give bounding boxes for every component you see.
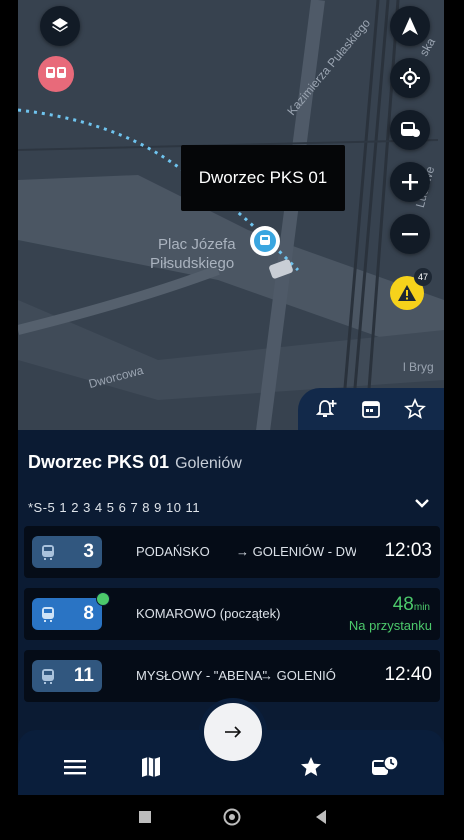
- departure-time: 12:03: [384, 540, 432, 561]
- departure-row[interactable]: 11 MYSŁOWY - "ABENA" → GOLENIÓ 12:40: [24, 650, 440, 702]
- departure-row[interactable]: 8 KOMAROWO (początek) 48min Na przystank…: [24, 588, 440, 640]
- tram-icon: [260, 235, 270, 245]
- departure-destination: → GOLENIÓ: [260, 668, 336, 683]
- nav-menu[interactable]: [58, 750, 92, 784]
- departure-origin: PODAŃSKO: [136, 544, 210, 559]
- map-icon: [142, 757, 160, 777]
- warning-icon: [398, 285, 416, 301]
- layers-button[interactable]: [40, 6, 80, 46]
- circle-icon: [223, 808, 241, 826]
- nav-map[interactable]: [134, 750, 168, 784]
- stop-action-bar: [298, 388, 444, 434]
- app-screen: Kazimierza Pułaskiego Dworcowa l Bryg Lu…: [18, 0, 444, 840]
- street-label-bryg: l Bryg: [403, 360, 434, 374]
- bus-filter-button[interactable]: [390, 110, 430, 150]
- square-icon: [139, 811, 151, 823]
- line-number: 8: [83, 603, 94, 624]
- home-button[interactable]: [222, 807, 242, 827]
- zoom-out-button[interactable]: [390, 214, 430, 254]
- stop-name: Dworzec PKS 01: [28, 452, 170, 472]
- north-arrow-button[interactable]: [390, 6, 430, 46]
- arrow-right-icon: [225, 726, 242, 738]
- bus-icon: [46, 67, 66, 78]
- departure-origin: MYSŁOWY - "ABENA": [136, 668, 268, 683]
- line-badge: 8: [32, 598, 102, 630]
- departure-status: Na przystanku: [348, 618, 432, 633]
- stop-lines-list[interactable]: *S-5 1 2 3 4 5 6 7 8 9 10 11: [28, 500, 200, 515]
- line-number: 11: [73, 665, 94, 686]
- line-badge: 11: [32, 660, 102, 692]
- vehicle-marker[interactable]: [38, 56, 74, 92]
- departure-origin: KOMAROWO (początek): [136, 606, 281, 621]
- map-view[interactable]: Kazimierza Pułaskiego Dworcowa l Bryg Lu…: [18, 0, 444, 470]
- alert-count-badge: 47: [414, 268, 432, 286]
- star-icon: [301, 757, 321, 776]
- line-badge: 3: [32, 536, 102, 568]
- zoom-in-button[interactable]: [390, 162, 430, 202]
- departure-minutes: 48min: [392, 594, 430, 615]
- back-button[interactable]: [314, 809, 328, 825]
- north-arrow-icon: [402, 17, 418, 35]
- stop-marker[interactable]: [250, 226, 280, 256]
- chevron-down-icon: [415, 499, 429, 508]
- nav-departures[interactable]: [368, 750, 402, 784]
- calendar-icon: [362, 400, 380, 418]
- locate-button[interactable]: [390, 58, 430, 98]
- bell-plus-icon: [315, 399, 337, 417]
- recents-button[interactable]: [138, 810, 152, 824]
- stop-city: Goleniów: [175, 455, 242, 472]
- add-alert-button[interactable]: [315, 398, 338, 425]
- back-triangle-icon: [316, 810, 326, 824]
- star-outline-icon: [404, 397, 427, 419]
- favorite-stop-button[interactable]: [404, 397, 427, 425]
- departure-time: 12:40: [384, 664, 432, 685]
- layers-icon: [52, 18, 68, 32]
- zoom-in-icon: [402, 174, 418, 190]
- line-number: 3: [83, 541, 94, 562]
- departure-destination: → GOLENIÓW - DW: [236, 544, 356, 559]
- realtime-indicator-icon: [96, 592, 110, 606]
- stop-header: Dworzec PKS 01 Goleniów: [28, 452, 242, 473]
- menu-icon: [64, 760, 86, 775]
- bus-filter-icon: [401, 122, 420, 137]
- navigate-fab[interactable]: [204, 703, 262, 761]
- locate-icon: [400, 68, 420, 88]
- expand-lines-button[interactable]: [414, 496, 430, 514]
- timetable-button[interactable]: [361, 399, 381, 424]
- place-label-line1: Plac Józefa: [158, 236, 236, 253]
- zoom-out-icon: [402, 233, 418, 236]
- departure-row[interactable]: 3 PODAŃSKO → GOLENIÓW - DW 12:03: [24, 526, 440, 578]
- tram-icon: [42, 669, 54, 684]
- bus-schedule-icon: [372, 755, 399, 775]
- tram-icon: [42, 545, 54, 560]
- nav-favorites[interactable]: [294, 750, 328, 784]
- tram-icon: [42, 607, 54, 622]
- place-label-line2: Piłsudskiego: [150, 255, 235, 272]
- stop-tooltip[interactable]: Dworzec PKS 01: [181, 145, 345, 211]
